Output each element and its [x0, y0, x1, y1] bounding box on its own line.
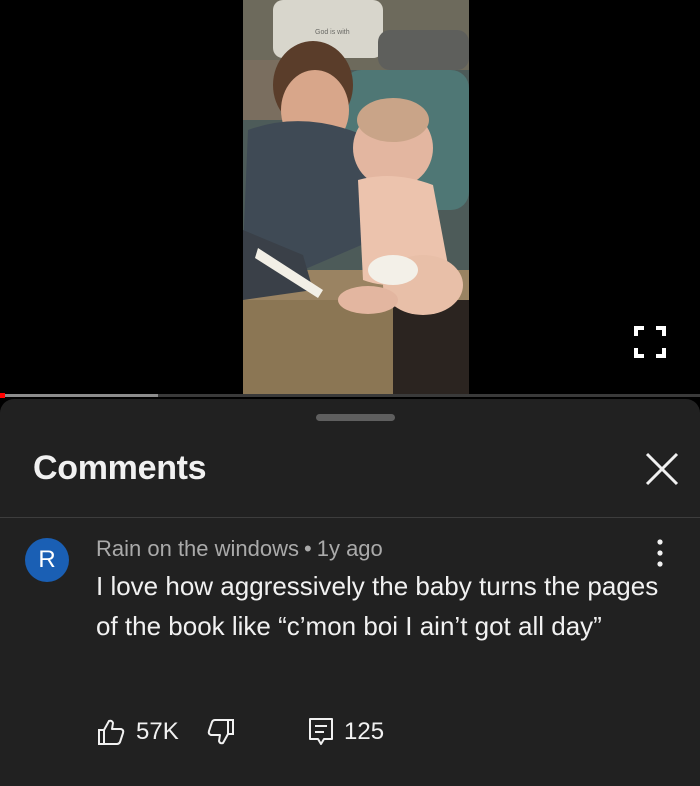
reply-count: 125 — [344, 718, 385, 745]
comments-sheet: Comments R Rain on the windows•1y ago — [0, 399, 700, 786]
video-player[interactable]: God is with — [0, 0, 700, 398]
thumbs-up-icon — [98, 719, 125, 745]
comment-meta: Rain on the windows • 1y ago — [96, 536, 383, 562]
video-thumbnail-image: God is with — [243, 0, 469, 397]
pillow-text: God is with — [315, 29, 350, 36]
progress-start-marker — [0, 393, 5, 398]
reply-icon — [309, 718, 333, 745]
fullscreen-icon — [634, 326, 666, 358]
thumbs-down-icon — [207, 719, 234, 745]
like-button[interactable]: 57K — [96, 717, 179, 747]
comments-title: Comments — [33, 449, 207, 487]
close-icon — [645, 452, 679, 486]
more-vertical-icon — [657, 539, 663, 567]
progress-bar-fill — [0, 394, 158, 397]
meta-separator: • — [304, 536, 312, 561]
fullscreen-button[interactable] — [626, 318, 674, 366]
like-count: 57K — [136, 718, 179, 745]
video-frame[interactable]: God is with — [243, 0, 469, 397]
comment-actions: 57K 125 — [96, 717, 456, 751]
avatar-letter: R — [38, 546, 56, 573]
avatar[interactable]: R — [25, 538, 69, 582]
close-button[interactable] — [640, 447, 684, 491]
dislike-button[interactable] — [206, 717, 236, 747]
drag-handle[interactable] — [316, 414, 395, 421]
more-options-button[interactable] — [646, 536, 674, 570]
app-screen: God is with Comments R Rain on the windo… — [0, 0, 700, 786]
progress-bar[interactable] — [0, 393, 700, 398]
comment-author[interactable]: Rain on the windows — [96, 536, 299, 561]
reply-button[interactable]: 125 — [308, 717, 384, 747]
comment-age: 1y ago — [316, 536, 383, 561]
comment-text: I love how aggressively the baby turns t… — [96, 571, 659, 641]
